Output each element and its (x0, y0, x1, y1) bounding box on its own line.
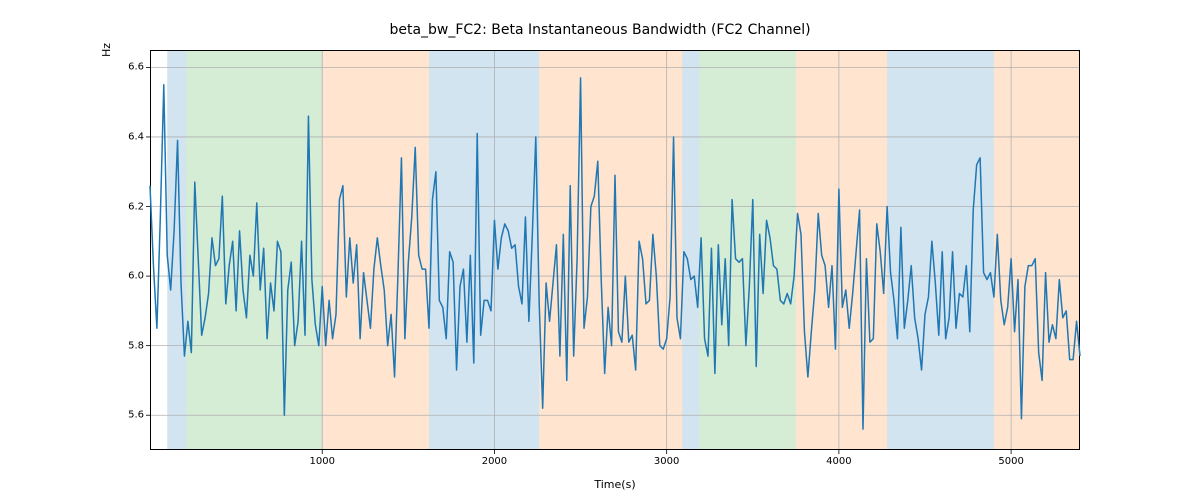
x-tick-label: 4000 (826, 456, 851, 467)
x-tick-label: 3000 (654, 456, 679, 467)
y-tick-label: 5.6 (122, 410, 144, 421)
segment-band-orange (539, 50, 682, 450)
segment-band-blue (167, 50, 186, 450)
x-tick-label: 2000 (482, 456, 507, 467)
segment-band-green (699, 50, 795, 450)
segment-band-blue (429, 50, 539, 450)
plot-area (150, 50, 1080, 450)
y-tick-label: 6.4 (122, 131, 144, 142)
y-tick-label: 5.8 (122, 340, 144, 351)
segment-band-blue (887, 50, 994, 450)
y-axis-label: Hz (100, 0, 120, 250)
chart-title: beta_bw_FC2: Beta Instantaneous Bandwidt… (0, 22, 1200, 38)
x-tick-label: 5000 (998, 456, 1023, 467)
chart-axes (150, 50, 1080, 450)
x-tick-label: 1000 (309, 456, 334, 467)
segment-band-orange (994, 50, 1080, 450)
segment-band-orange (796, 50, 887, 450)
y-tick-label: 6.0 (122, 271, 144, 282)
y-tick-label: 6.2 (122, 201, 144, 212)
segment-band-blue (682, 50, 699, 450)
x-axis-label: Time(s) (150, 478, 1080, 491)
y-tick-label: 6.6 (122, 62, 144, 73)
